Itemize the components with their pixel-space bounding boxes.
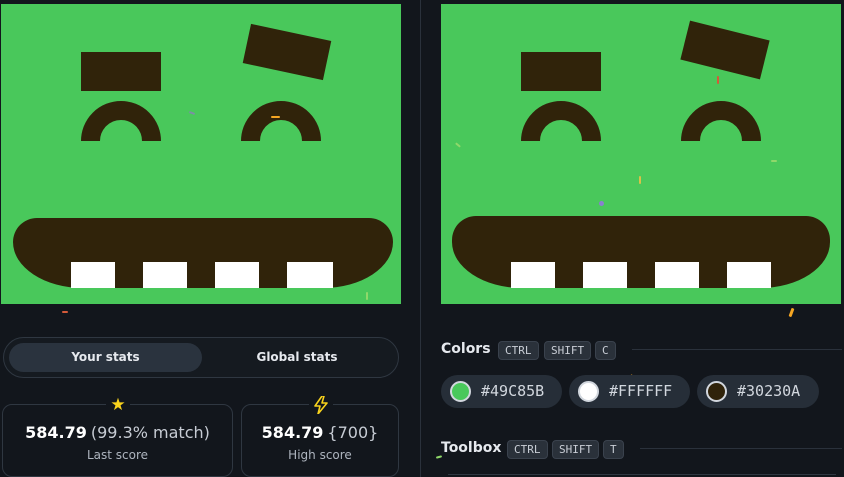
color-dot (706, 381, 727, 402)
color-swatch-white[interactable]: #FFFFFF (569, 375, 690, 408)
confetti (771, 160, 777, 162)
tooth (71, 262, 115, 288)
last-score-card: ★ 584.79 (99.3% match) Last score (2, 393, 233, 477)
confetti (271, 116, 280, 118)
star-icon: ★ (106, 393, 130, 417)
tooth (583, 262, 627, 288)
confetti (639, 176, 641, 184)
stats-toggle: Your stats Global stats (3, 337, 399, 378)
left-eyebrow (81, 52, 161, 91)
color-swatch-dark[interactable]: #30230A (697, 375, 819, 408)
shortcut-key: C (595, 341, 616, 360)
confetti (599, 201, 604, 206)
global-stats-tab[interactable]: Global stats (202, 343, 392, 372)
confetti (366, 292, 368, 300)
last-score-match: (99.3% match) (90, 423, 210, 442)
right-eye (681, 101, 761, 141)
mouth (13, 218, 393, 288)
color-hex: #FFFFFF (609, 382, 673, 400)
high-score-label: High score (288, 448, 352, 462)
tooth (511, 262, 555, 288)
tooth (727, 262, 771, 288)
toolbox-rule (640, 448, 842, 449)
toolbox-title: Toolbox (441, 440, 502, 456)
high-score-card: 584.79 {700} High score (241, 393, 399, 477)
panel-divider (420, 0, 421, 477)
toolbox-panel-edge (448, 474, 836, 475)
tooth (143, 262, 187, 288)
mouth (452, 216, 830, 288)
last-score-value: 584.79 (25, 423, 87, 442)
shortcut-key: SHIFT (544, 341, 592, 360)
confetti (788, 307, 795, 318)
high-score-value-row: 584.79 {700} (242, 423, 398, 442)
shortcut-key: CTRL (507, 440, 548, 459)
color-dot (450, 381, 471, 402)
left-eye (81, 101, 161, 141)
shortcut-key: T (603, 440, 624, 459)
confetti (455, 142, 461, 148)
tooth (215, 262, 259, 288)
color-hex: #30230A (737, 382, 801, 400)
confetti (717, 76, 719, 84)
color-hex: #49C85B (481, 382, 545, 400)
shortcut-key: SHIFT (552, 440, 600, 459)
confetti (62, 311, 68, 313)
target-canvas (441, 4, 841, 304)
colors-rule (632, 349, 842, 350)
color-swatch-green[interactable]: #49C85B (441, 375, 562, 408)
colors-title: Colors (441, 341, 491, 357)
left-eye (521, 101, 601, 141)
high-score-value: 584.79 (261, 423, 324, 442)
your-stats-tab[interactable]: Your stats (9, 343, 202, 372)
lightning-icon (309, 393, 333, 417)
right-eyebrow (680, 20, 770, 80)
left-eyebrow (521, 52, 601, 91)
tooth (655, 262, 699, 288)
right-eye (241, 101, 321, 141)
color-dot (578, 381, 599, 402)
last-score-label: Last score (86, 448, 149, 462)
shortcut-key: CTRL (498, 341, 539, 360)
right-eyebrow (242, 23, 332, 81)
user-canvas[interactable] (1, 4, 401, 304)
confetti (188, 111, 196, 115)
tooth (287, 262, 333, 288)
last-score-value-row: 584.79 (99.3% match) (3, 423, 232, 442)
high-score-target: {700} (327, 423, 379, 442)
